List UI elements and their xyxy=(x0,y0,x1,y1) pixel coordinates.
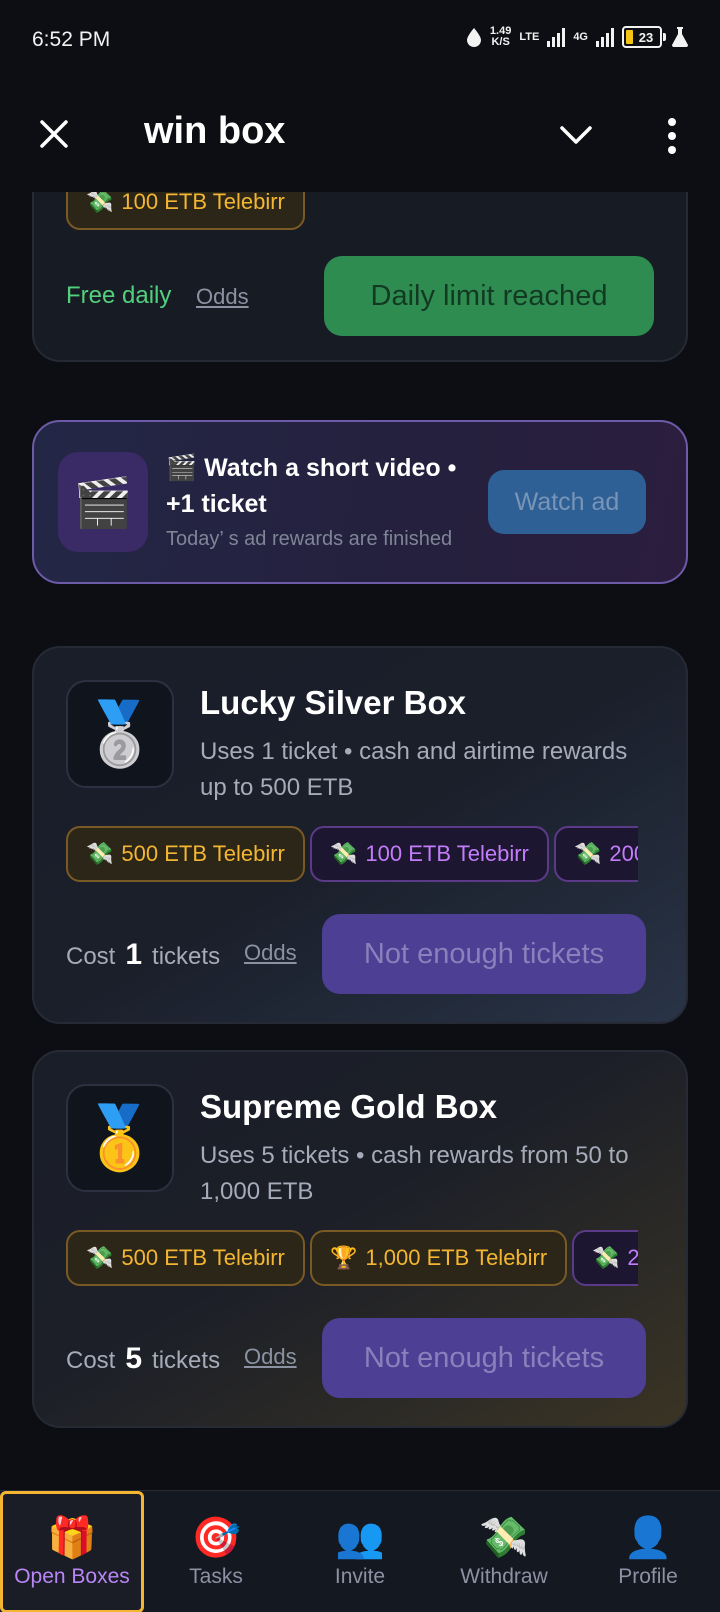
box-title: Lucky Silver Box xyxy=(200,684,466,721)
reward-chip: 💸 100 ETB Telebirr xyxy=(310,826,549,882)
watch-ad-button[interactable]: Watch ad xyxy=(488,470,646,534)
tab-invite[interactable]: 👥 Invite xyxy=(288,1491,432,1612)
close-icon[interactable] xyxy=(38,118,70,150)
free-daily-card: 💸 100 ETB Telebirr Free daily Odds Daily… xyxy=(32,192,688,362)
network-4g-label: 4G xyxy=(573,30,588,43)
box-description: Uses 5 tickets • cash rewards from 50 to… xyxy=(200,1142,629,1205)
battery-icon: 23 xyxy=(622,26,666,48)
scroll-content[interactable]: 💸 100 ETB Telebirr Free daily Odds Daily… xyxy=(0,192,720,1490)
box-title: Supreme Gold Box xyxy=(200,1088,498,1125)
free-daily-label: Free daily xyxy=(66,282,172,309)
chevron-down-icon[interactable] xyxy=(558,120,594,150)
cost-label: Cost 5 tickets xyxy=(66,1342,221,1375)
cost-label: Cost 1 tickets xyxy=(66,938,221,971)
odds-link[interactable]: Odds xyxy=(244,940,297,966)
money-icon: 💸 xyxy=(574,841,602,866)
odds-link[interactable]: Odds xyxy=(244,1344,297,1370)
status-icons: 1.49 K/S LTE 4G 23 xyxy=(466,26,690,48)
target-icon: 🎯 xyxy=(191,1516,241,1560)
open-box-button[interactable]: Not enough tickets xyxy=(322,914,646,994)
reward-chip: 🏆 1,000 ETB Telebirr xyxy=(310,1230,568,1286)
tab-open-boxes[interactable]: 🎁 Open Boxes xyxy=(0,1491,144,1612)
clapper-icon: 🎬 xyxy=(58,452,148,552)
signal-icon-2 xyxy=(596,27,614,47)
more-options-icon[interactable] xyxy=(660,116,684,156)
status-bar: 6:52 PM 1.49 K/S LTE 4G 23 xyxy=(0,0,720,80)
trophy-icon: 🏆 xyxy=(330,1245,358,1270)
reward-chips[interactable]: 💸 500 ETB Telebirr 🏆 1,000 ETB Telebirr … xyxy=(66,1230,638,1290)
open-box-button[interactable]: Not enough tickets xyxy=(322,1318,646,1398)
watch-ad-card: 🎬 🎬 Watch a short video • +1 ticket Toda… xyxy=(32,420,688,584)
box-card-silver: 🥈 Lucky Silver Box Uses 1 ticket • cash … xyxy=(32,646,688,1024)
tab-withdraw[interactable]: 💸 Withdraw xyxy=(432,1491,576,1612)
tab-profile[interactable]: 👤 Profile xyxy=(576,1491,720,1612)
reward-chip: 💸 200 xyxy=(554,826,638,882)
gift-icon: 🎁 xyxy=(47,1516,97,1560)
network-lte-label: LTE xyxy=(519,30,540,43)
daily-limit-button[interactable]: Daily limit reached xyxy=(324,256,654,336)
reward-chip: 💸 500 ETB Telebirr xyxy=(66,826,305,882)
signal-icon xyxy=(547,27,566,47)
network-speed: 1.49 K/S xyxy=(489,25,512,48)
reward-chip: 💸 100 ETB Telebirr xyxy=(66,192,305,230)
reward-chip: 💸 500 ETB Telebirr xyxy=(66,1230,305,1286)
status-time: 6:52 PM xyxy=(32,28,111,51)
ad-subtitle: Today’ s ad rewards are finished xyxy=(166,528,453,550)
money-icon: 💸 xyxy=(86,1245,114,1270)
money-icon: 💸 xyxy=(86,192,114,214)
money-icon: 💸 xyxy=(330,841,358,866)
users-icon: 👥 xyxy=(335,1516,385,1560)
reward-chip: 💸 20 xyxy=(572,1230,638,1286)
money-icon: 💸 xyxy=(592,1245,620,1270)
silver-medal-icon: 🥈 xyxy=(66,680,174,788)
flask-icon xyxy=(672,27,688,47)
odds-link[interactable]: Odds xyxy=(196,284,249,310)
page-title: win box xyxy=(144,110,286,152)
gold-medal-icon: 🥇 xyxy=(66,1084,174,1192)
money-wings-icon: 💸 xyxy=(479,1516,529,1560)
reward-chips[interactable]: 💸 500 ETB Telebirr 💸 100 ETB Telebirr 💸 … xyxy=(66,826,638,886)
box-description: Uses 1 ticket • cash and airtime rewards… xyxy=(200,738,628,801)
ad-title: 🎬 Watch a short video • +1 ticket xyxy=(166,454,457,518)
cost-value: 1 xyxy=(125,938,143,971)
tab-tasks[interactable]: 🎯 Tasks xyxy=(144,1491,288,1612)
box-card-gold: 🥇 Supreme Gold Box Uses 5 tickets • cash… xyxy=(32,1050,688,1428)
data-saver-icon xyxy=(466,28,481,47)
cost-value: 5 xyxy=(125,1342,143,1375)
user-icon: 👤 xyxy=(623,1516,673,1560)
bottom-nav: 🎁 Open Boxes 🎯 Tasks 👥 Invite 💸 Withdraw… xyxy=(0,1490,720,1612)
money-icon: 💸 xyxy=(86,841,114,866)
app-bar: win box xyxy=(0,80,720,192)
